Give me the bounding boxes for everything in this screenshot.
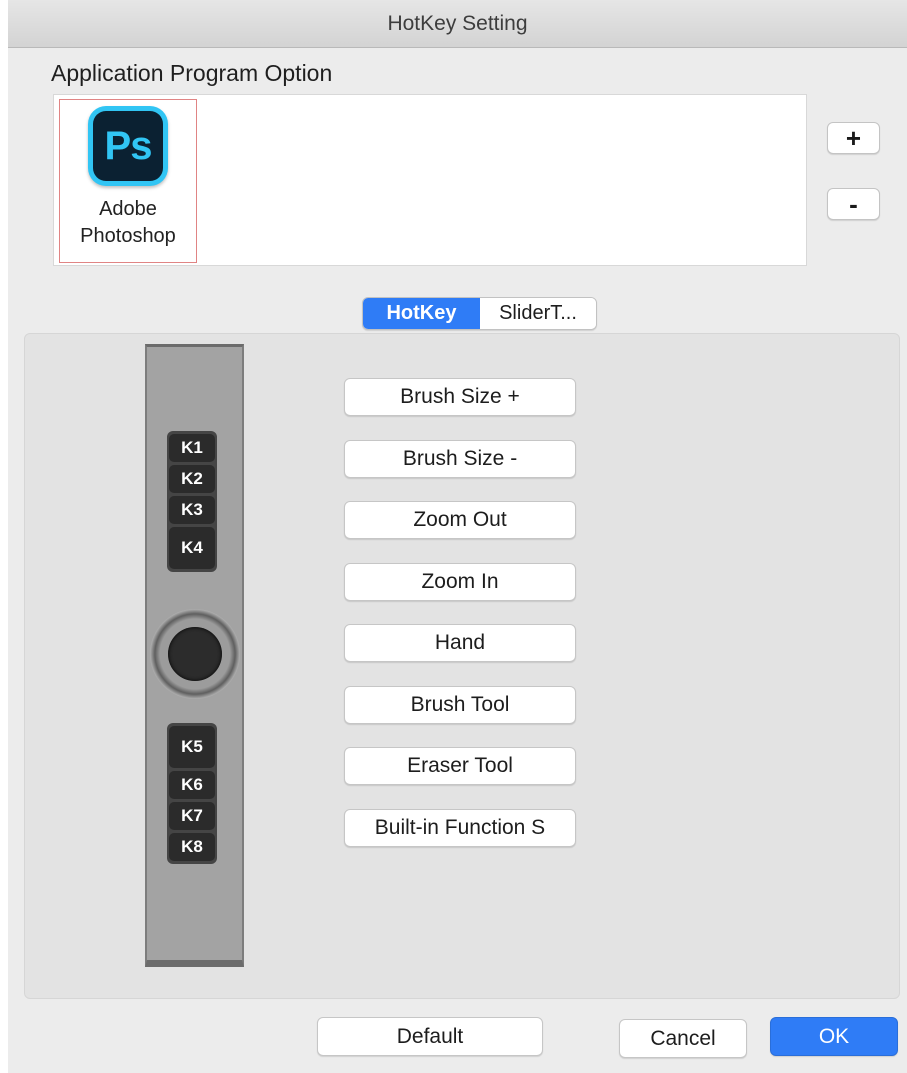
title-bar: HotKey Setting <box>8 0 907 48</box>
tab-hotkey[interactable]: HotKey <box>363 298 480 329</box>
ok-button[interactable]: OK <box>770 1017 898 1056</box>
key-k8[interactable]: K8 <box>169 833 215 861</box>
application-list: Ps Adobe Photoshop <box>53 94 807 266</box>
function-button-k8[interactable]: Built-in Function S <box>344 809 576 847</box>
key-k3[interactable]: K3 <box>169 496 215 524</box>
key-k1[interactable]: K1 <box>169 434 215 462</box>
function-button-k5[interactable]: Hand <box>344 624 576 662</box>
cancel-button[interactable]: Cancel <box>619 1019 747 1058</box>
key-k5[interactable]: K5 <box>169 726 215 768</box>
key-k6[interactable]: K6 <box>169 771 215 799</box>
key-k4[interactable]: K4 <box>169 527 215 569</box>
tab-bar: HotKey SliderT... <box>362 297 597 330</box>
function-button-k3[interactable]: Zoom Out <box>344 501 576 539</box>
app-item-label: Adobe Photoshop <box>80 198 176 247</box>
hotkey-panel: K1 K2 K3 K4 K5 K6 K7 K8 Brush Size + Bru… <box>24 333 900 999</box>
tablet-device-diagram: K1 K2 K3 K4 K5 K6 K7 K8 <box>145 344 244 967</box>
remove-application-button[interactable]: - <box>827 188 880 220</box>
app-item-adobe-photoshop[interactable]: Ps Adobe Photoshop <box>59 99 197 263</box>
add-application-button[interactable]: + <box>827 122 880 154</box>
function-button-k6[interactable]: Brush Tool <box>344 686 576 724</box>
function-button-k7[interactable]: Eraser Tool <box>344 747 576 785</box>
dial-wheel <box>150 609 240 699</box>
top-key-group: K1 K2 K3 K4 <box>167 431 217 572</box>
function-button-k4[interactable]: Zoom In <box>344 563 576 601</box>
bottom-key-group: K5 K6 K7 K8 <box>167 723 217 864</box>
function-button-k2[interactable]: Brush Size - <box>344 440 576 478</box>
dial-center <box>168 627 222 681</box>
key-k7[interactable]: K7 <box>169 802 215 830</box>
key-k2[interactable]: K2 <box>169 465 215 493</box>
tab-slider[interactable]: SliderT... <box>480 298 596 329</box>
photoshop-icon: Ps <box>88 106 168 186</box>
window-title: HotKey Setting <box>387 11 528 35</box>
application-program-option-label: Application Program Option <box>51 60 333 86</box>
default-button[interactable]: Default <box>317 1017 543 1056</box>
hotkey-setting-dialog: HotKey Setting Application Program Optio… <box>8 0 907 1073</box>
function-button-k1[interactable]: Brush Size + <box>344 378 576 416</box>
